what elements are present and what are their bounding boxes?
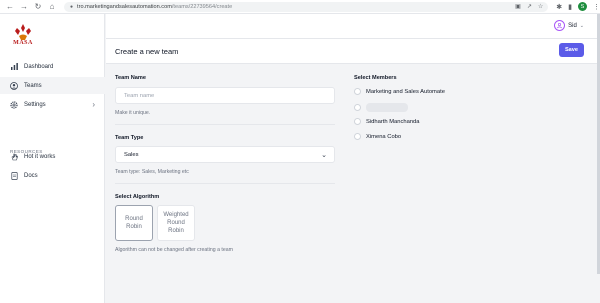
algorithm-label: Select Algorithm bbox=[115, 194, 160, 200]
member-option[interactable]: Ximena Cobo bbox=[354, 133, 401, 140]
member-option[interactable] bbox=[354, 103, 408, 112]
lock-icon: ● bbox=[70, 3, 74, 10]
user-name: Sid bbox=[568, 22, 577, 29]
team-type-label: Team Type bbox=[115, 135, 144, 141]
page-header: Create a new team Save bbox=[106, 39, 600, 64]
forward-icon[interactable]: → bbox=[20, 2, 28, 11]
back-icon[interactable]: ← bbox=[6, 2, 14, 11]
url-domain: tro.marketingandsalesautomation.com bbox=[77, 3, 172, 10]
document-icon bbox=[10, 171, 18, 180]
install-icon[interactable]: ▣ bbox=[515, 3, 521, 10]
page-title: Create a new team bbox=[115, 47, 179, 56]
algorithm-option-line: Robin bbox=[168, 228, 184, 234]
team-type-select[interactable]: Sales ⌄ bbox=[115, 146, 335, 163]
algorithm-option-weighted-round-robin[interactable]: Weighted Round Robin bbox=[157, 205, 195, 241]
user-circle-icon bbox=[10, 81, 18, 90]
sidebar: MASA Dashboard Teams Settings › RESOURCE… bbox=[0, 14, 105, 303]
hand-icon bbox=[10, 153, 18, 161]
team-name-help: Make it unique. bbox=[115, 110, 151, 116]
kebab-menu-icon[interactable]: ⋮ bbox=[593, 3, 600, 11]
sidebar-item-label: Teams bbox=[24, 82, 42, 89]
profile-avatar[interactable]: S bbox=[578, 2, 587, 11]
chevron-right-icon: › bbox=[92, 100, 95, 109]
divider bbox=[115, 124, 335, 125]
address-bar[interactable]: ● tro.marketingandsalesautomation.com/te… bbox=[64, 1, 549, 12]
user-avatar-icon bbox=[554, 20, 566, 31]
home-icon[interactable]: ⌂ bbox=[48, 2, 56, 11]
sidebar-item-docs[interactable]: Docs bbox=[0, 167, 105, 184]
top-bar: Sid ⌄ bbox=[106, 14, 600, 39]
sidebar-item-label: Docs bbox=[24, 172, 38, 179]
sidebar-item-label: Dashboard bbox=[24, 63, 54, 70]
algorithm-option-line: Round bbox=[125, 216, 143, 222]
team-name-label: Team Name bbox=[115, 75, 146, 81]
bar-chart-icon bbox=[10, 63, 18, 71]
sidebar-item-label: Settings bbox=[24, 101, 46, 108]
algorithm-help: Algorithm can not be changed after creat… bbox=[115, 247, 233, 253]
sidebar-item-label: Hot it works bbox=[24, 153, 56, 160]
member-option[interactable]: Sidharth Manchanda bbox=[354, 118, 420, 125]
logo-emblem-icon bbox=[15, 24, 31, 40]
member-radio[interactable] bbox=[354, 133, 361, 140]
sidebar-item-teams[interactable]: Teams bbox=[0, 77, 105, 94]
algorithm-option-line: Robin bbox=[126, 224, 142, 230]
chevron-down-icon: ⌄ bbox=[321, 151, 327, 159]
share-icon[interactable]: ↗ bbox=[527, 3, 532, 10]
sidebar-item-dashboard[interactable]: Dashboard bbox=[0, 58, 105, 75]
member-option[interactable]: Marketing and Sales Automate bbox=[354, 88, 445, 95]
team-name-input[interactable] bbox=[115, 87, 335, 104]
masa-logo[interactable]: MASA bbox=[8, 23, 38, 49]
algorithm-option-line: Weighted bbox=[163, 212, 189, 218]
member-name-redacted bbox=[366, 103, 408, 112]
team-type-help: Team type: Sales, Marketing etc bbox=[115, 169, 189, 175]
member-radio[interactable] bbox=[354, 118, 361, 125]
reload-icon[interactable]: ↻ bbox=[34, 2, 42, 11]
divider bbox=[115, 183, 335, 184]
browser-nav: ← → ↻ ⌂ bbox=[0, 2, 56, 11]
chevron-down-icon: ⌄ bbox=[579, 22, 584, 29]
member-name: Ximena Cobo bbox=[366, 133, 402, 140]
member-radio[interactable] bbox=[354, 88, 361, 95]
member-radio[interactable] bbox=[354, 104, 361, 111]
sidepanel-icon[interactable]: ▮ bbox=[568, 3, 572, 11]
url-path: /teams/22739564/create bbox=[171, 3, 233, 10]
user-menu[interactable]: Sid ⌄ bbox=[554, 20, 584, 31]
algorithm-option-round-robin[interactable]: Round Robin bbox=[115, 205, 153, 241]
members-label: Select Members bbox=[354, 75, 397, 81]
sidebar-item-how-it-works[interactable]: Hot it works bbox=[0, 148, 105, 165]
member-name: Marketing and Sales Automate bbox=[366, 88, 445, 95]
bookmark-star-icon[interactable]: ☆ bbox=[538, 3, 543, 10]
member-name: Sidharth Manchanda bbox=[366, 118, 420, 125]
gear-icon bbox=[10, 100, 18, 109]
save-button[interactable]: Save bbox=[559, 43, 584, 57]
sidebar-item-settings[interactable]: Settings › bbox=[0, 96, 105, 113]
browser-toolbar: ← → ↻ ⌂ ● tro.marketingandsalesautomatio… bbox=[0, 0, 600, 14]
algorithm-option-line: Round bbox=[167, 220, 185, 226]
team-type-value: Sales bbox=[124, 151, 139, 158]
extensions-icon[interactable]: ✱ bbox=[556, 3, 562, 11]
